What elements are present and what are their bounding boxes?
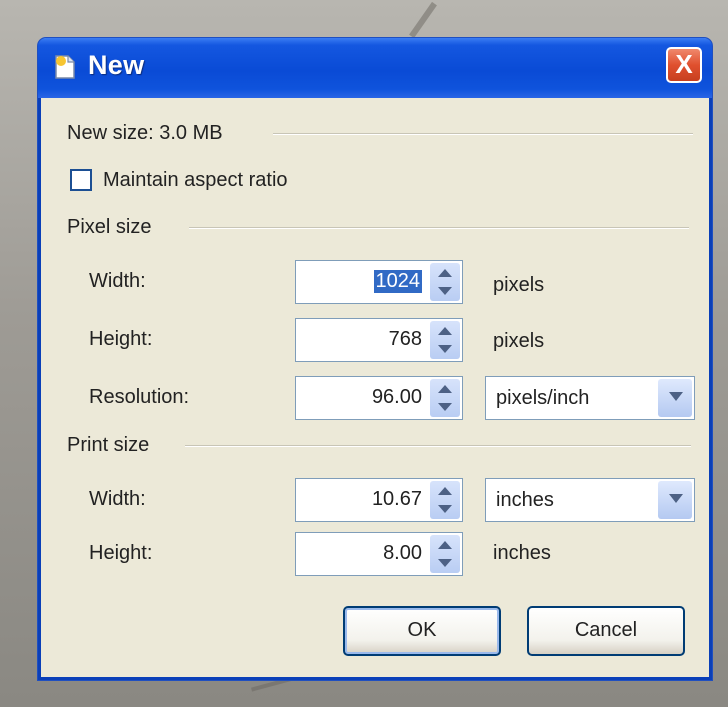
resolution-label: Resolution: [89,386,190,408]
print-width-unit[interactable]: inches [496,489,554,512]
spin-up-icon[interactable] [438,487,452,495]
resolution-spinner[interactable]: 96.00 [295,376,463,420]
print-width-value[interactable]: 10.67 [372,488,422,511]
print-height-label: Height: [89,542,153,564]
pixel-height-unit: pixels [493,330,545,352]
spin-arrows[interactable] [430,481,460,519]
chevron-down-icon[interactable] [658,481,692,519]
spin-down-icon[interactable] [438,287,452,295]
print-unit-dropdown[interactable]: inches [485,478,695,522]
print-size-heading: Print size [67,434,150,456]
pixel-height-label: Height: [89,328,153,350]
new-size-label: New size: 3.0 MB [67,122,223,144]
close-button[interactable]: X [666,47,702,83]
pixel-width-spinner[interactable]: 1024 [295,260,463,304]
pixel-width-value[interactable]: 1024 [373,270,422,293]
resolution-value[interactable]: 96.00 [372,386,422,409]
chevron-down-icon[interactable] [658,379,692,417]
spin-arrows[interactable] [430,535,460,573]
close-icon: X [675,49,693,79]
ok-button[interactable]: OK [343,606,501,656]
spin-up-icon[interactable] [438,385,452,393]
pixel-width-unit: pixels [493,274,545,296]
maintain-aspect-ratio-checkbox[interactable] [70,169,92,191]
spin-arrows[interactable] [430,263,460,301]
print-width-spinner[interactable]: 10.67 [295,478,463,522]
print-height-value[interactable]: 8.00 [383,542,422,565]
print-width-label: Width: [89,488,146,510]
pixel-width-label: Width: [89,270,146,292]
spin-up-icon[interactable] [438,541,452,549]
new-image-dialog: New X New size: 3.0 MB Maintain aspect r… [38,38,712,680]
separator [185,445,691,447]
spin-down-icon[interactable] [438,345,452,353]
pixel-height-value[interactable]: 768 [389,328,422,351]
resolution-unit-dropdown[interactable]: pixels/inch [485,376,695,420]
new-document-icon [55,55,75,79]
pixel-size-heading: Pixel size [67,216,152,238]
spin-down-icon[interactable] [438,505,452,513]
print-height-spinner[interactable]: 8.00 [295,532,463,576]
cancel-button[interactable]: Cancel [527,606,685,656]
resolution-unit-value[interactable]: pixels/inch [496,387,589,410]
maintain-aspect-ratio-label[interactable]: Maintain aspect ratio [103,169,288,192]
print-height-unit: inches [493,542,551,564]
pixel-height-spinner[interactable]: 768 [295,318,463,362]
spin-arrows[interactable] [430,379,460,417]
separator [189,227,689,229]
spin-down-icon[interactable] [438,403,452,411]
title-bar[interactable]: New X [38,38,712,98]
spin-arrows[interactable] [430,321,460,359]
spin-down-icon[interactable] [438,559,452,567]
spin-up-icon[interactable] [438,327,452,335]
background-streak [409,1,437,39]
dialog-title: New [88,50,145,80]
separator [273,133,693,135]
spin-up-icon[interactable] [438,269,452,277]
